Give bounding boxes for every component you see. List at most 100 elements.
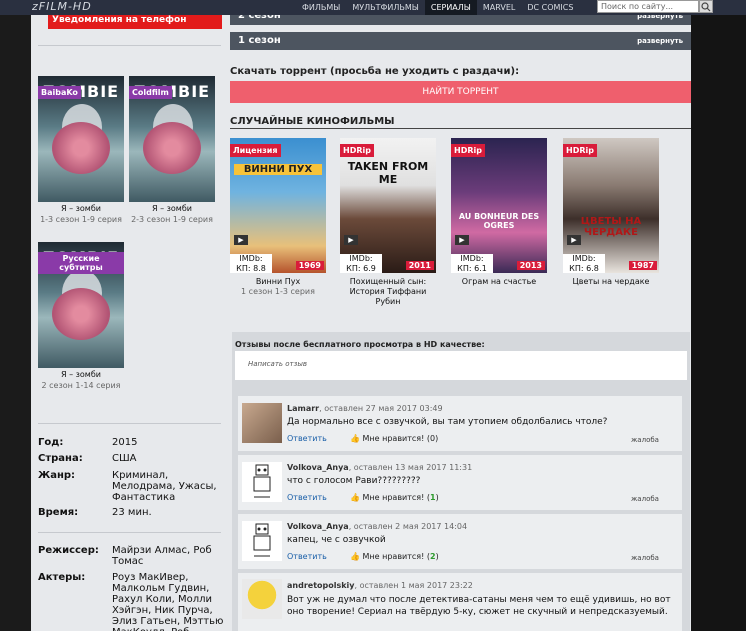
film-poster[interactable]: TAKEN FROM ME HDRip ▶ IMDb: 6.3 КП: 6.9 …	[340, 138, 436, 273]
like-label: Мне нравится!	[362, 434, 425, 443]
film-title[interactable]: Ограм на счастье	[451, 277, 547, 287]
series-poster[interactable]: ZOMBIE Coldfilm	[129, 76, 215, 202]
info-value: США	[112, 453, 137, 464]
user-avatar[interactable]	[242, 579, 282, 619]
comment-author[interactable]: Lamarr	[287, 404, 319, 413]
user-avatar[interactable]	[242, 462, 282, 502]
like-count: (0)	[426, 434, 439, 443]
comment-item: andretopolskiy, оставлен 1 мая 2017 23:2…	[238, 573, 682, 631]
series-poster[interactable]: ZOMBIE Русские субтитры	[38, 242, 124, 368]
robot-avatar-icon	[253, 523, 271, 557]
reply-link[interactable]: Ответить	[287, 552, 327, 561]
comment-author[interactable]: andretopolskiy	[287, 581, 355, 590]
translation-badge: Coldfilm	[129, 86, 172, 99]
quality-badge: HDRip	[451, 144, 485, 157]
comment-author[interactable]: Volkova_Anya	[287, 463, 349, 472]
search-button[interactable]	[699, 0, 713, 13]
play-icon: ▶	[234, 235, 248, 245]
info-value: Майрзи Алмас, Роб Томас	[112, 545, 212, 567]
random-films-heading: СЛУЧАЙНЫЕ КИНОФИЛЬМЫ	[230, 116, 395, 127]
info-label: Актеры:	[38, 572, 86, 583]
nav-item-cartoons[interactable]: МУЛЬТФИЛЬМЫ	[346, 0, 425, 15]
comment-date: , оставлен 27 мая 2017 03:49	[319, 404, 443, 413]
play-icon: ▶	[455, 235, 469, 245]
comment-date: , оставлен 13 мая 2017 11:31	[348, 463, 473, 472]
season-title: 1 сезон	[238, 35, 281, 46]
random-film-card[interactable]: ЦВЕТЫ НА ЧЕРДАКЕ HDRip ▶ IMDb: 5.6 КП: 6…	[563, 138, 659, 287]
divider	[38, 45, 221, 46]
comment-item: Volkova_Anya, оставлен 13 мая 2017 11:31…	[238, 455, 682, 510]
random-film-card[interactable]: TAKEN FROM ME HDRip ▶ IMDb: 6.3 КП: 6.9 …	[340, 138, 436, 307]
brain-graphic	[52, 288, 110, 340]
poster-title: ВИННИ ПУХ	[234, 164, 322, 175]
divider	[230, 128, 746, 129]
user-avatar[interactable]	[242, 403, 282, 443]
kp-rating: КП: 6.8	[563, 264, 605, 273]
top-bar: zFILM-HD ФИЛЬМЫ МУЛЬТФИЛЬМЫ СЕРИАЛЫ MARV…	[0, 0, 746, 15]
torrent-note: Скачать торрент (просьба не уходить с ра…	[230, 66, 520, 77]
thumbs-up-icon: 👍	[350, 434, 360, 443]
expand-link[interactable]: развернуть	[637, 37, 683, 45]
page-margin	[691, 0, 746, 631]
report-link[interactable]: жалоба	[631, 436, 659, 444]
info-label: Год:	[38, 437, 64, 448]
film-poster[interactable]: AU BONHEUR DES OGRES HDRip ▶ IMDb: 6.3 К…	[451, 138, 547, 273]
sidebar: Уведомления на телефон ZOMBIE BaibaKo Я …	[31, 0, 230, 631]
related-series-card[interactable]: ZOMBIE Coldfilm Я – зомби 2-3 сезон 1-9 …	[129, 76, 215, 224]
quality-badge: Лицензия	[230, 144, 281, 157]
random-film-card[interactable]: ВИННИ ПУХ Лицензия ▶ IMDb: 8.4 КП: 8.8 1…	[230, 138, 326, 296]
like-button[interactable]: 👍 Мне нравится! (1)	[350, 493, 439, 502]
nav-item-dc-comics[interactable]: DC COMICS	[521, 0, 579, 15]
user-avatar[interactable]	[242, 521, 282, 561]
card-title[interactable]: Я – зомби	[38, 204, 124, 213]
brain-graphic	[52, 122, 110, 174]
thumbs-up-icon: 👍	[350, 493, 360, 502]
reviews-section: Отзывы после бесплатного просмотра в HD …	[232, 332, 690, 631]
like-button[interactable]: 👍 Мне нравится! (2)	[350, 552, 439, 561]
info-value: Криминал, Мелодрама, Ужасы, Фантастика	[112, 470, 217, 503]
card-episodes: 2-3 сезон 1-9 серия	[131, 215, 213, 224]
reply-link[interactable]: Ответить	[287, 434, 327, 443]
reply-link[interactable]: Ответить	[287, 493, 327, 502]
film-year: 2013	[516, 261, 545, 270]
quality-badge: HDRip	[340, 144, 374, 157]
kp-rating: КП: 6.1	[451, 264, 493, 273]
info-label: Страна:	[38, 453, 83, 464]
find-torrent-button[interactable]: НАЙТИ ТОРРЕНТ	[230, 81, 691, 103]
info-value: 23 мин.	[112, 507, 152, 518]
film-title[interactable]: Винни Пух	[230, 277, 326, 287]
card-title[interactable]: Я – зомби	[38, 370, 124, 379]
nav-item-films[interactable]: ФИЛЬМЫ	[296, 0, 346, 15]
quality-badge: HDRip	[563, 144, 597, 157]
film-title[interactable]: Цветы на чердаке	[563, 277, 659, 287]
related-series-card[interactable]: ZOMBIE Русские субтитры Я – зомби 2 сезо…	[38, 242, 124, 390]
film-year: 1969	[295, 261, 324, 270]
search-input[interactable]: Поиск по сайту...	[597, 0, 699, 13]
series-poster[interactable]: ZOMBIE BaibaKo	[38, 76, 124, 202]
play-icon: ▶	[567, 235, 581, 245]
translation-badge: BaibaKo	[38, 86, 81, 99]
comment-text: Да нормально все с озвучкой, вы там утоп…	[287, 417, 608, 427]
robot-avatar-icon	[253, 464, 271, 498]
nav-item-marvel[interactable]: MARVEL	[477, 0, 521, 15]
random-film-card[interactable]: AU BONHEUR DES OGRES HDRip ▶ IMDb: 6.3 К…	[451, 138, 547, 287]
film-poster[interactable]: ЦВЕТЫ НА ЧЕРДАКЕ HDRip ▶ IMDb: 5.6 КП: 6…	[563, 138, 659, 273]
card-episodes: 1-3 сезон 1-9 серия	[40, 215, 122, 224]
related-series-card[interactable]: ZOMBIE BaibaKo Я – зомби 1-3 сезон 1-9 с…	[38, 76, 124, 224]
season-row-1[interactable]: 1 сезон развернуть	[230, 32, 691, 50]
like-button[interactable]: 👍 Мне нравится! (0)	[350, 434, 438, 443]
comment-author[interactable]: Volkova_Anya	[287, 522, 349, 531]
write-review-input[interactable]: Написать отзыв	[235, 351, 687, 380]
comment-meta: Volkova_Anya, оставлен 13 мая 2017 11:31	[287, 463, 472, 472]
card-title[interactable]: Я – зомби	[129, 204, 215, 213]
film-title[interactable]: Похищенный сын: История Тиффани Рубин	[340, 277, 436, 307]
like-count: 2	[430, 552, 436, 561]
film-year: 1987	[628, 261, 657, 270]
site-logo[interactable]: zFILM-HD	[32, 0, 92, 13]
report-link[interactable]: жалоба	[631, 554, 659, 562]
like-label: Мне нравится!	[362, 493, 425, 502]
nav-item-series[interactable]: СЕРИАЛЫ	[424, 0, 477, 15]
report-link[interactable]: жалоба	[631, 495, 659, 503]
comment-meta: Lamarr, оставлен 27 мая 2017 03:49	[287, 404, 443, 413]
film-poster[interactable]: ВИННИ ПУХ Лицензия ▶ IMDb: 8.4 КП: 8.8 1…	[230, 138, 326, 273]
